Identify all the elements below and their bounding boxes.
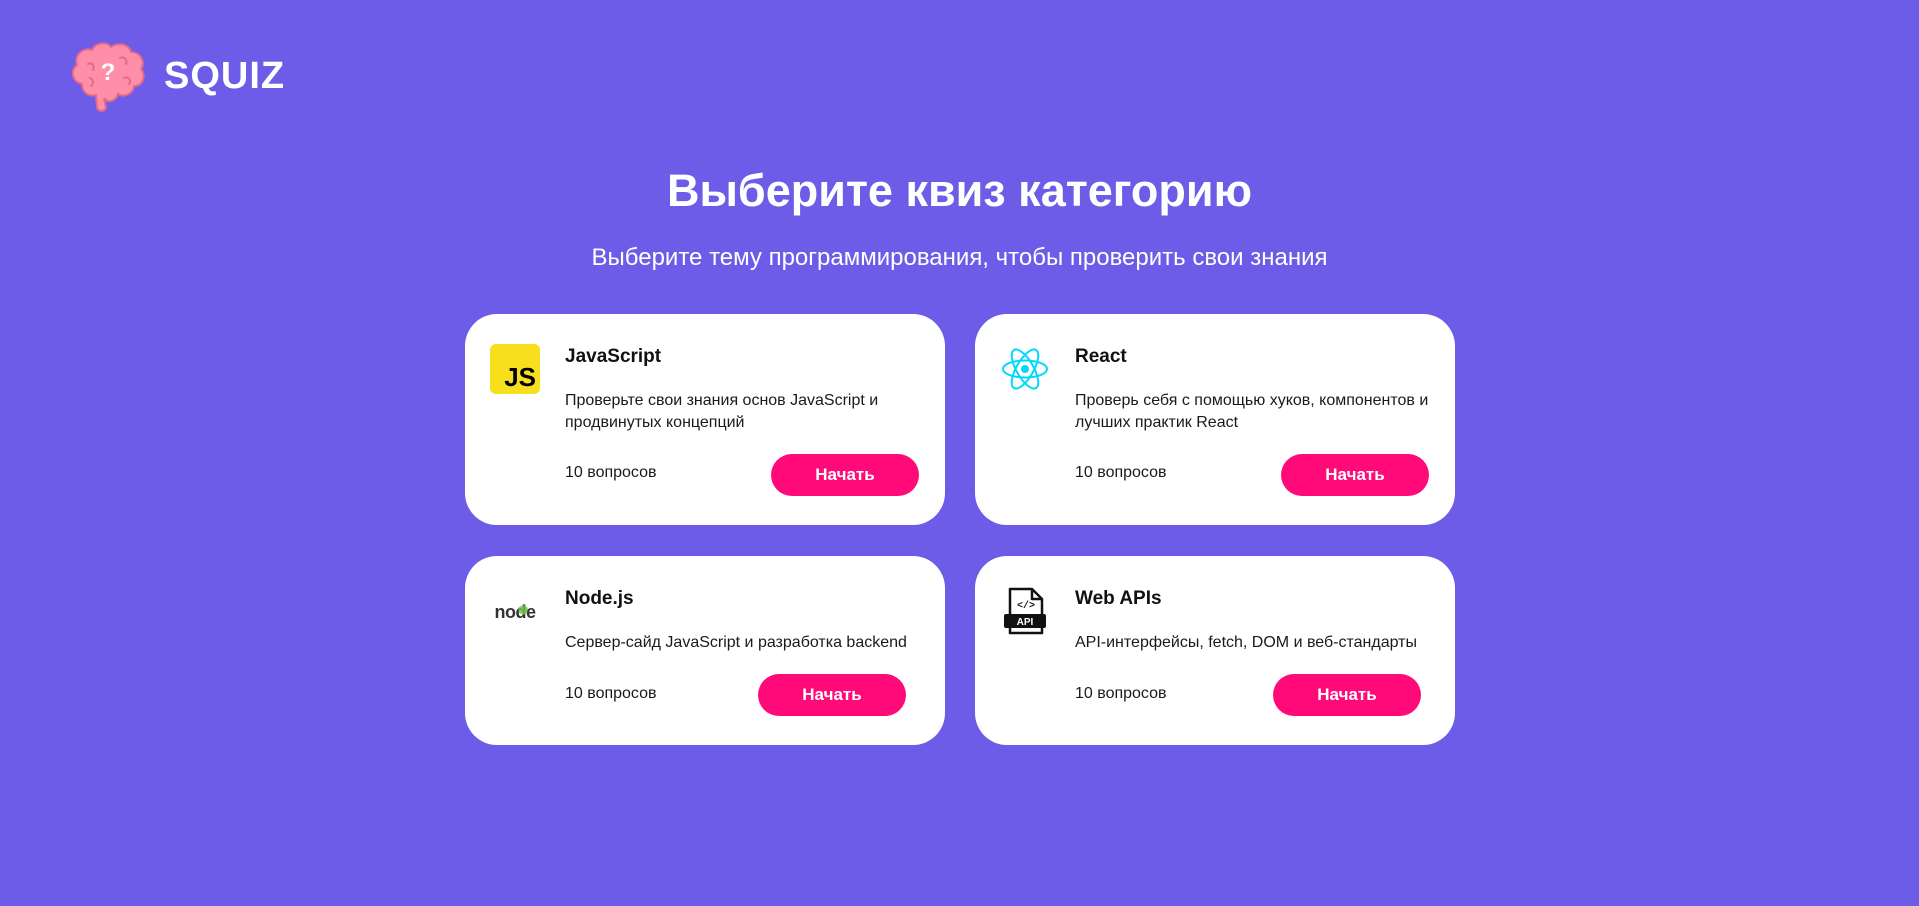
category-title: JavaScript xyxy=(565,346,662,367)
logo-link[interactable]: ? SQUIZ xyxy=(68,40,285,112)
category-title: React xyxy=(1075,346,1127,367)
svg-text:</>: </> xyxy=(1017,600,1035,612)
start-button-web-apis[interactable]: Начать xyxy=(1273,674,1421,716)
category-description: API-интерфейсы, fetch, DOM и веб-стандар… xyxy=(1075,634,1417,651)
category-description: Проверь себя с помощью хуков, компоненто… xyxy=(1075,392,1429,431)
category-card-react: React Проверь себя с помощью хуков, комп… xyxy=(975,314,1455,525)
start-button-react[interactable]: Начать xyxy=(1281,454,1429,496)
category-title: Node.js xyxy=(565,588,634,609)
page-title: Выберите квиз категорию xyxy=(666,165,1253,216)
category-description: Сервер-сайд JavaScript и разработка back… xyxy=(565,634,907,651)
category-card-javascript: JS JavaScript Проверьте свои знания осно… xyxy=(465,314,945,525)
svg-text:?: ? xyxy=(101,59,116,86)
app-name: SQUIZ xyxy=(164,54,286,97)
react-icon xyxy=(1002,348,1048,390)
javascript-icon-text: JS xyxy=(504,362,536,392)
nodejs-icon-text: node xyxy=(495,602,536,622)
category-title: Web APIs xyxy=(1075,588,1162,609)
question-count: 10 вопросов xyxy=(565,464,657,481)
question-count: 10 вопросов xyxy=(565,685,657,702)
web-api-icon: </> API xyxy=(1004,587,1046,635)
javascript-icon: JS xyxy=(490,344,540,394)
question-count: 10 вопросов xyxy=(1075,685,1167,702)
start-button-javascript[interactable]: Начать xyxy=(771,454,919,496)
nodejs-icon: node xyxy=(495,602,537,622)
brain-logo-icon: ? xyxy=(71,42,145,112)
category-card-nodejs: node Node.js Сервер-сайд JavaScript и ра… xyxy=(465,556,945,745)
start-button-nodejs[interactable]: Начать xyxy=(758,674,906,716)
category-card-web-apis: </> API Web APIs API-интерфейсы, fetch, … xyxy=(975,556,1455,745)
web-api-icon-text: API xyxy=(1017,617,1034,628)
page-subtitle: Выберите тему программирования, чтобы пр… xyxy=(591,244,1328,271)
question-count: 10 вопросов xyxy=(1075,464,1167,481)
category-description: Проверьте свои знания основ JavaScript и… xyxy=(565,392,879,431)
